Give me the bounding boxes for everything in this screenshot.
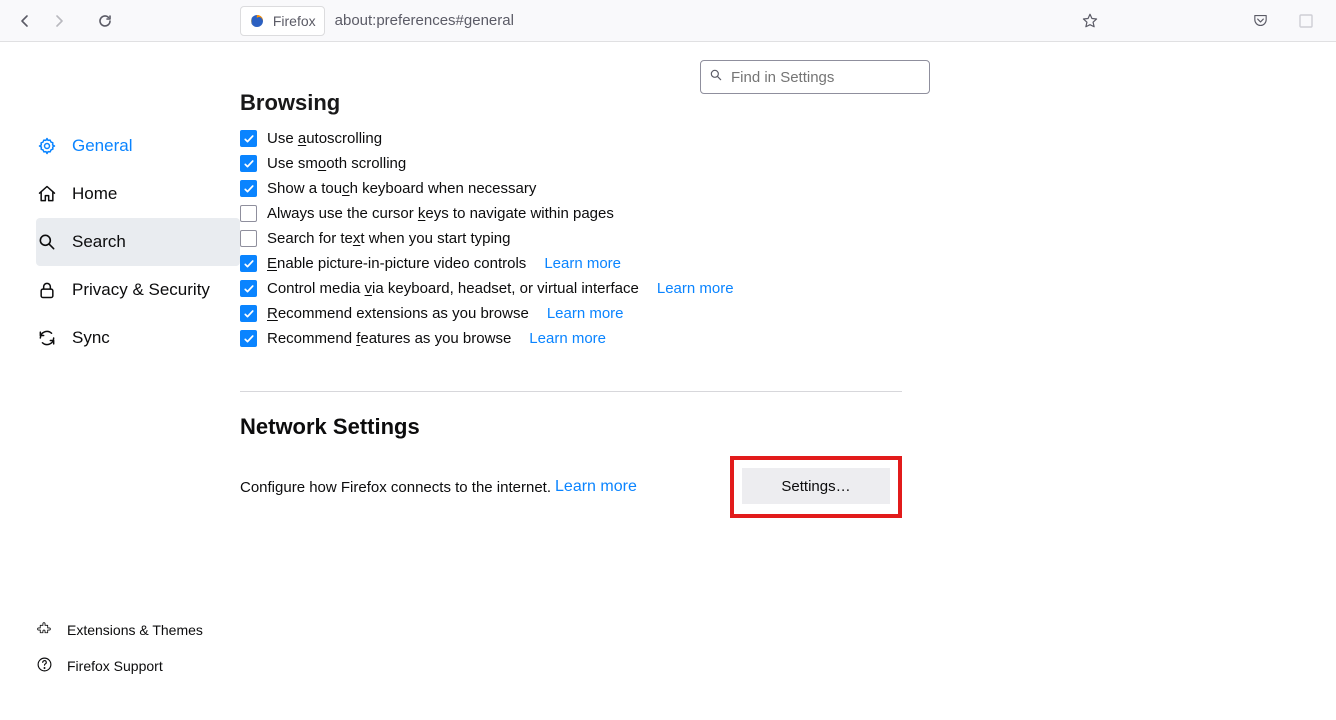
checkbox-label[interactable]: Recommend features as you browse [267,330,511,347]
checkbox-row: Use autoscrolling [240,130,1226,147]
learn-more-link[interactable]: Learn more [547,305,624,322]
section-divider [240,391,902,392]
sidebar-item-home[interactable]: Home [36,170,240,218]
search-icon [709,68,723,87]
checkbox-row: Show a touch keyboard when necessary [240,180,1226,197]
settings-sidebar: General Home Search Privacy & Security S… [0,42,240,720]
checkbox-label[interactable]: Recommend extensions as you browse [267,305,529,322]
sidebar-item-label: Search [72,232,126,252]
checkbox[interactable] [240,280,257,297]
settings-search[interactable] [700,60,930,94]
checkbox-label[interactable]: Control media via keyboard, headset, or … [267,280,639,297]
settings-search-input[interactable] [729,68,921,87]
lock-icon [36,279,58,301]
highlight-box: Settings… [730,456,902,518]
toolbar-right [1076,7,1328,35]
forward-button[interactable] [46,7,72,35]
checkbox[interactable] [240,180,257,197]
network-description: Configure how Firefox connects to the in… [240,479,551,496]
puzzle-icon [36,620,53,640]
checkbox-label[interactable]: Enable picture-in-picture video controls [267,255,526,272]
checkbox-row: Use smooth scrolling [240,155,1226,172]
learn-more-link[interactable]: Learn more [657,280,734,297]
checkbox[interactable] [240,255,257,272]
sidebar-item-label: Sync [72,328,110,348]
section-heading-network: Network Settings [240,414,1226,440]
network-learn-more-link[interactable]: Learn more [555,478,637,496]
sidebar-item-search[interactable]: Search [36,218,240,266]
network-settings-button[interactable]: Settings… [742,468,890,504]
gear-icon [36,135,58,157]
checkbox-row: Enable picture-in-picture video controls… [240,255,1226,272]
sidebar-item-label: Home [72,184,117,204]
checkbox[interactable] [240,230,257,247]
sidebar-item-support[interactable]: Firefox Support [36,648,203,684]
settings-content: Browsing Use autoscrolling Use smooth scr… [240,42,1336,720]
reload-button[interactable] [92,7,118,35]
checkbox-label[interactable]: Use autoscrolling [267,130,382,147]
checkbox[interactable] [240,305,257,322]
learn-more-link[interactable]: Learn more [544,255,621,272]
checkbox[interactable] [240,205,257,222]
section-heading-browsing: Browsing [240,90,1226,116]
identity-box[interactable]: Firefox [240,6,325,36]
learn-more-link[interactable]: Learn more [529,330,606,347]
url-text: about:preferences#general [335,12,514,29]
checkbox-label[interactable]: Search for text when you start typing [267,230,510,247]
checkbox-label[interactable]: Use smooth scrolling [267,155,406,172]
checkbox-row: Search for text when you start typing [240,230,1226,247]
sidebar-item-extensions[interactable]: Extensions & Themes [36,612,203,648]
checkbox-label[interactable]: Always use the cursor keys to navigate w… [267,205,614,222]
pocket-icon[interactable] [1246,7,1274,35]
checkbox-row: Control media via keyboard, headset, or … [240,280,1226,297]
sidebar-footer: Extensions & Themes Firefox Support [36,612,203,684]
sidebar-footer-label: Firefox Support [67,658,163,674]
sidebar-footer-label: Extensions & Themes [67,622,203,638]
checkbox-row: Always use the cursor keys to navigate w… [240,205,1226,222]
bookmark-star-icon[interactable] [1076,7,1104,35]
checkbox[interactable] [240,155,257,172]
search-icon [36,231,58,253]
browser-toolbar: Firefox about:preferences#general [0,0,1336,42]
identity-label: Firefox [273,13,316,29]
sidebar-item-privacy[interactable]: Privacy & Security [36,266,240,314]
back-button[interactable] [12,7,38,35]
checkbox[interactable] [240,130,257,147]
firefox-icon [249,13,265,29]
window-icon[interactable] [1292,7,1320,35]
sidebar-item-general[interactable]: General [36,122,240,170]
sidebar-item-sync[interactable]: Sync [36,314,240,362]
checkbox-row: Recommend features as you browse Learn mo… [240,330,1226,347]
sync-icon [36,327,58,349]
home-icon [36,183,58,205]
checkbox[interactable] [240,330,257,347]
checkbox-row: Recommend extensions as you browse Learn … [240,305,1226,322]
checkbox-label[interactable]: Show a touch keyboard when necessary [267,180,536,197]
sidebar-item-label: General [72,136,132,156]
url-bar[interactable]: Firefox about:preferences#general [240,5,1076,37]
help-icon [36,656,53,676]
sidebar-item-label: Privacy & Security [72,280,210,300]
